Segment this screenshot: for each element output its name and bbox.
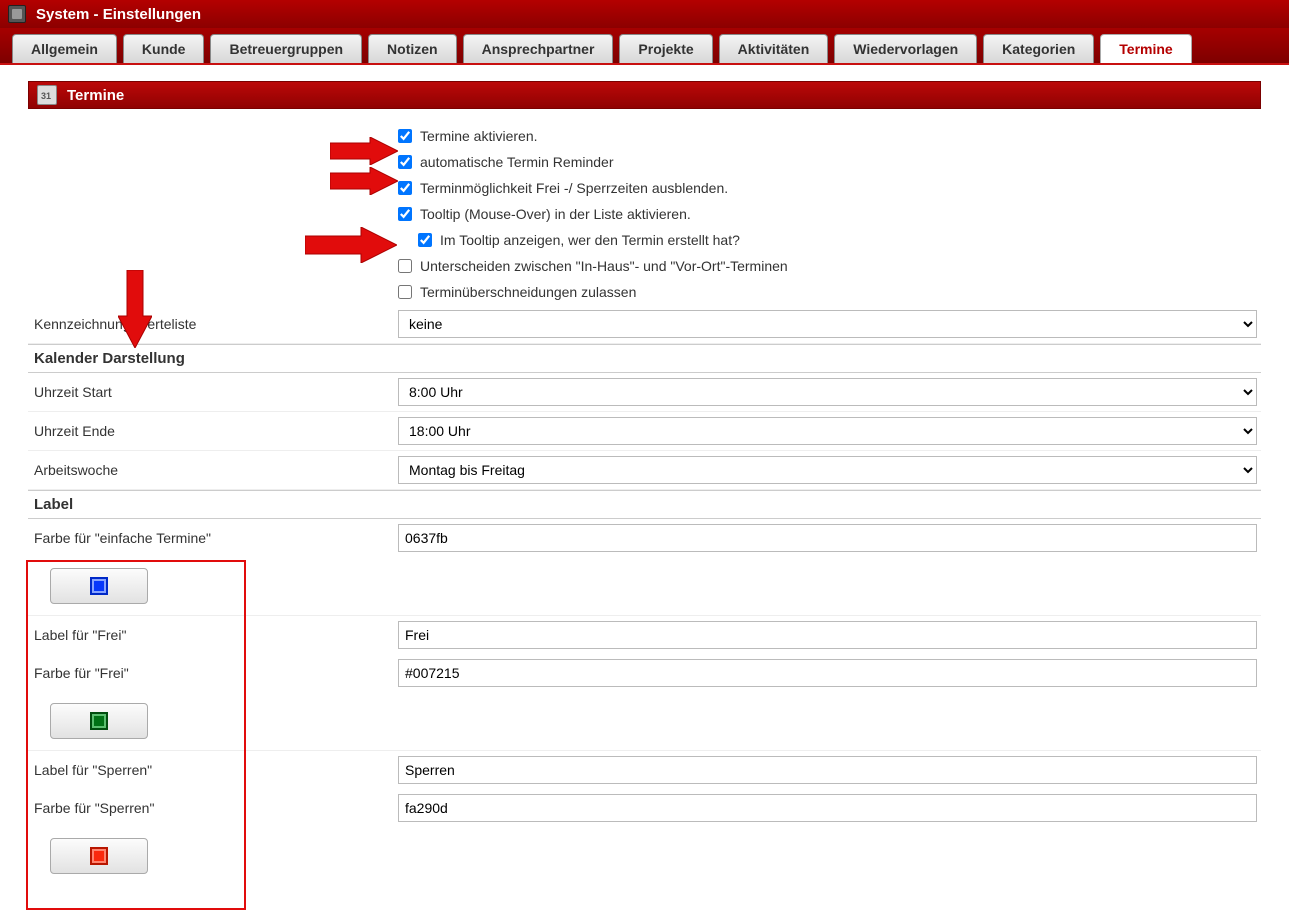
label-block-label: Label für "Sperren" [28, 762, 398, 778]
chk-reminder[interactable] [398, 155, 412, 169]
valuelist-label: Kennzeichnung Werteliste [28, 316, 398, 332]
tab-betreuergruppen[interactable]: Betreuergruppen [210, 34, 362, 63]
color-block-input[interactable] [398, 794, 1257, 822]
chk-tooltip-label: Tooltip (Mouse-Over) in der Liste aktivi… [420, 206, 691, 222]
color-free-input[interactable] [398, 659, 1257, 687]
chk-overlap-label: Terminüberschneidungen zulassen [420, 284, 636, 300]
tab-wiedervorlagen[interactable]: Wiedervorlagen [834, 34, 977, 63]
label-heading: Label [28, 490, 1261, 519]
content-area: Termine Termine aktivieren. automatische… [0, 65, 1289, 915]
chk-hide-free-label: Terminmöglichkeit Frei -/ Sperrzeiten au… [420, 180, 728, 196]
time-end-label: Uhrzeit Ende [28, 423, 398, 439]
tab-projekte[interactable]: Projekte [619, 34, 712, 63]
time-start-label: Uhrzeit Start [28, 384, 398, 400]
section-banner-label: Termine [67, 87, 124, 104]
workweek-select[interactable]: Montag bis Freitag [398, 456, 1257, 484]
color-swatch-blue-icon [90, 577, 108, 595]
tab-kategorien[interactable]: Kategorien [983, 34, 1094, 63]
app-icon [8, 5, 26, 23]
color-block-label: Farbe für "Sperren" [28, 800, 398, 816]
workweek-label: Arbeitswoche [28, 462, 398, 478]
chk-reminder-label: automatische Termin Reminder [420, 154, 614, 170]
chk-hide-free[interactable] [398, 181, 412, 195]
valuelist-select[interactable]: keine [398, 310, 1257, 338]
chk-activate[interactable] [398, 129, 412, 143]
calendar-icon [37, 85, 57, 105]
calendar-heading: Kalender Darstellung [28, 344, 1261, 373]
window-title: System - Einstellungen [36, 6, 201, 23]
tab-termine[interactable]: Termine [1100, 34, 1191, 63]
section-banner-termine: Termine [28, 81, 1261, 109]
chk-tooltip-creator-label: Im Tooltip anzeigen, wer den Termin erst… [440, 232, 740, 248]
chk-overlap[interactable] [398, 285, 412, 299]
tab-aktivitaeten[interactable]: Aktivitäten [719, 34, 829, 63]
color-simple-input[interactable] [398, 524, 1257, 552]
chk-inout-label: Unterscheiden zwischen "In-Haus"- und "V… [420, 258, 788, 274]
window-titlebar: System - Einstellungen [0, 0, 1289, 28]
chk-activate-label: Termine aktivieren. [420, 128, 538, 144]
color-block-button[interactable] [50, 838, 148, 874]
color-swatch-green-icon [90, 712, 108, 730]
time-end-select[interactable]: 18:00 Uhr [398, 417, 1257, 445]
color-simple-button[interactable] [50, 568, 148, 604]
tab-notizen[interactable]: Notizen [368, 34, 457, 63]
label-free-label: Label für "Frei" [28, 627, 398, 643]
chk-tooltip-creator[interactable] [418, 233, 432, 247]
chk-tooltip[interactable] [398, 207, 412, 221]
tab-ansprechpartner[interactable]: Ansprechpartner [463, 34, 614, 63]
color-simple-label: Farbe für "einfache Termine" [28, 530, 398, 546]
color-free-button[interactable] [50, 703, 148, 739]
tab-kunde[interactable]: Kunde [123, 34, 205, 63]
label-block-input[interactable] [398, 756, 1257, 784]
tab-bar: Allgemein Kunde Betreuergruppen Notizen … [0, 28, 1289, 65]
label-free-input[interactable] [398, 621, 1257, 649]
time-start-select[interactable]: 8:00 Uhr [398, 378, 1257, 406]
chk-inout[interactable] [398, 259, 412, 273]
color-free-label: Farbe für "Frei" [28, 665, 398, 681]
tab-allgemein[interactable]: Allgemein [12, 34, 117, 63]
